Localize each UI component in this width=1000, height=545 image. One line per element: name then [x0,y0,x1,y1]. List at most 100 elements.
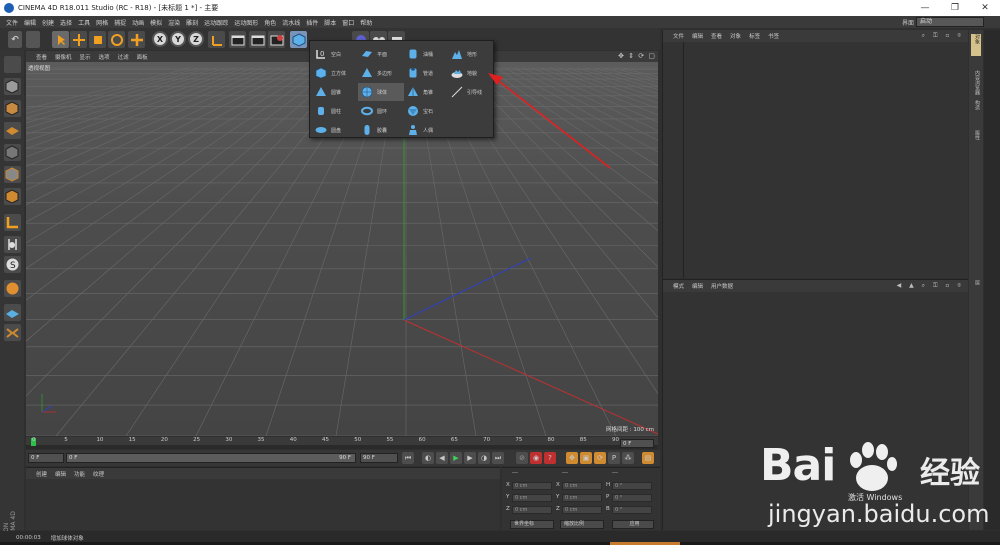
autokey-icon[interactable]: ◉ [530,452,542,464]
render-picture-viewer-icon[interactable] [249,31,266,48]
render-view-icon[interactable] [229,31,246,48]
palette-item-1[interactable]: 立方体 [312,64,358,82]
apply-button[interactable]: 应用 [612,520,654,529]
menu-item-1[interactable]: 编辑 [24,18,36,27]
palette-item-2[interactable]: 圆锥 [312,83,358,101]
menu-item-10[interactable]: 雕刻 [186,18,198,27]
minimize-button[interactable]: — [910,0,940,16]
palette-item-16[interactable]: 地貌 [448,64,494,82]
palette-item-17[interactable]: 引导线 [448,83,494,101]
palette-item-5[interactable]: 平面 [358,45,404,63]
primitive-cube-icon[interactable] [290,31,307,48]
side-tab-2[interactable]: 构造 [971,100,981,110]
coordinate-value-field[interactable]: 0 cm [512,506,552,514]
menu-item-12[interactable]: 运动图形 [234,18,258,27]
frame-range-slider[interactable]: 0 F 90 F [66,453,356,463]
key-scale-icon[interactable]: ▣ [580,452,592,464]
key-help-icon[interactable]: ? [544,452,556,464]
previous-key-icon[interactable]: ◐ [422,452,434,464]
texture-mode-icon[interactable] [4,100,21,117]
render-settings-icon[interactable] [268,31,285,48]
coordinate-value-field[interactable]: 0 cm [512,482,552,490]
points-mode-icon[interactable] [4,144,21,161]
grid-snap-icon[interactable] [4,304,21,321]
object-menu-item-1[interactable]: 编辑 [692,32,703,40]
start-frame-field[interactable]: 0 F [28,453,64,463]
coordinate-value-field[interactable]: 0 ° [612,506,652,514]
menu-item-7[interactable]: 动画 [132,18,144,27]
viewport-menu-item-0[interactable]: 查看 [36,53,47,61]
record-key-icon[interactable]: ⊘ [516,452,528,464]
attribute-manager-nav-icon[interactable]: ◀ ▲ ⌕ ⚿ ▫ ⌾ [897,282,964,290]
material-menu-item-1[interactable]: 编辑 [55,470,66,478]
x-axis-lock-icon[interactable]: X [152,31,168,47]
attribute-menu-item-1[interactable]: 编辑 [692,282,703,290]
side-tab-1[interactable]: 内容浏览器 [971,70,981,95]
close-button[interactable]: ✕ [970,0,1000,16]
live-selection-icon[interactable] [52,31,69,48]
side-tab-4[interactable]: 层 [971,280,981,285]
axis-mode-icon[interactable] [4,214,21,231]
side-tab-0[interactable]: 对象 [971,34,981,56]
object-menu-item-0[interactable]: 文件 [673,32,684,40]
menu-item-9[interactable]: 渲染 [168,18,180,27]
palette-item-11[interactable]: 管道 [404,64,450,82]
side-tab-3[interactable]: 属性 [971,130,981,140]
palette-item-9[interactable]: 胶囊 [358,121,404,139]
palette-item-0[interactable]: 0 空白 [312,45,358,63]
menu-item-14[interactable]: 流水线 [282,18,300,27]
layout-select[interactable]: 启动 [916,17,984,27]
palette-item-13[interactable]: 宝石 [404,102,450,120]
viewport-menu-item-5[interactable]: 面板 [137,53,148,61]
menu-item-4[interactable]: 工具 [78,18,90,27]
timeline-layout-icon[interactable]: ▤ [642,452,654,464]
material-menu-item-2[interactable]: 功能 [74,470,85,478]
scale-icon[interactable] [89,31,106,48]
object-menu-item-2[interactable]: 查看 [711,32,722,40]
menu-item-17[interactable]: 窗口 [342,18,354,27]
key-pla-icon[interactable]: ⁂ [622,452,634,464]
polygons-mode-icon[interactable] [4,188,21,205]
menu-item-18[interactable]: 帮助 [360,18,372,27]
timeline-track[interactable] [26,445,658,449]
next-frame-icon[interactable]: ▶ [464,452,476,464]
viewport-navigation-icons[interactable]: ✥ ⇕ ⟳ ▢ [618,52,656,60]
snap-icon[interactable]: S [4,256,21,273]
object-list[interactable] [663,42,969,278]
palette-item-10[interactable]: 油桶 [404,45,450,63]
z-axis-lock-icon[interactable]: Z [188,31,204,47]
viewport-menu-item-1[interactable]: 摄像机 [55,53,72,61]
attribute-menu-item-2[interactable]: 用户数据 [711,282,733,290]
coordinate-value-field[interactable]: 0 cm [562,506,602,514]
palette-item-3[interactable]: 圆柱 [312,102,358,120]
coordinate-value-field[interactable]: 0 cm [512,494,552,502]
go-to-end-icon[interactable]: ⏭ [492,452,504,464]
scale-mode-select[interactable]: 缩放比例 [560,520,604,529]
previous-frame-icon[interactable]: ◀ [436,452,448,464]
coordinate-value-field[interactable]: 0 cm [562,494,602,502]
menu-item-3[interactable]: 选择 [60,18,72,27]
palette-item-12[interactable]: 角锥 [404,83,450,101]
timeline-ruler[interactable]: 0 F 0 5 10 15 20 25 30 35 40 45 50 55 60 65 70 75 80 85 90 [26,437,658,449]
make-editable-icon[interactable] [4,56,21,73]
play-icon[interactable]: ▶ [450,452,462,464]
coordinate-system-icon[interactable] [208,31,225,48]
attribute-menu-item-0[interactable]: 模式 [673,282,684,290]
redo-icon[interactable] [26,31,40,48]
palette-item-14[interactable]: 人偶 [404,121,450,139]
palette-item-6[interactable]: 多边形 [358,64,404,82]
key-parameter-icon[interactable]: P [608,452,620,464]
menu-item-11[interactable]: 运动跟踪 [204,18,228,27]
menu-item-13[interactable]: 角色 [264,18,276,27]
menu-item-15[interactable]: 插件 [306,18,318,27]
material-menu-item-0[interactable]: 创建 [36,470,47,478]
menu-item-5[interactable]: 网格 [96,18,108,27]
palette-item-7[interactable]: 球体 [358,83,404,101]
object-manager-tools-icon[interactable]: ⌕ ⚿ ▫ ⌾ [922,32,964,40]
coordinate-mode-select[interactable]: 世界坐标 [510,520,554,529]
go-to-start-icon[interactable]: ⏮ [402,452,414,464]
key-rotation-icon[interactable]: ⟳ [594,452,606,464]
palette-item-8[interactable]: 圆环 [358,102,404,120]
next-key-icon[interactable]: ◑ [478,452,490,464]
object-menu-item-5[interactable]: 书签 [768,32,779,40]
